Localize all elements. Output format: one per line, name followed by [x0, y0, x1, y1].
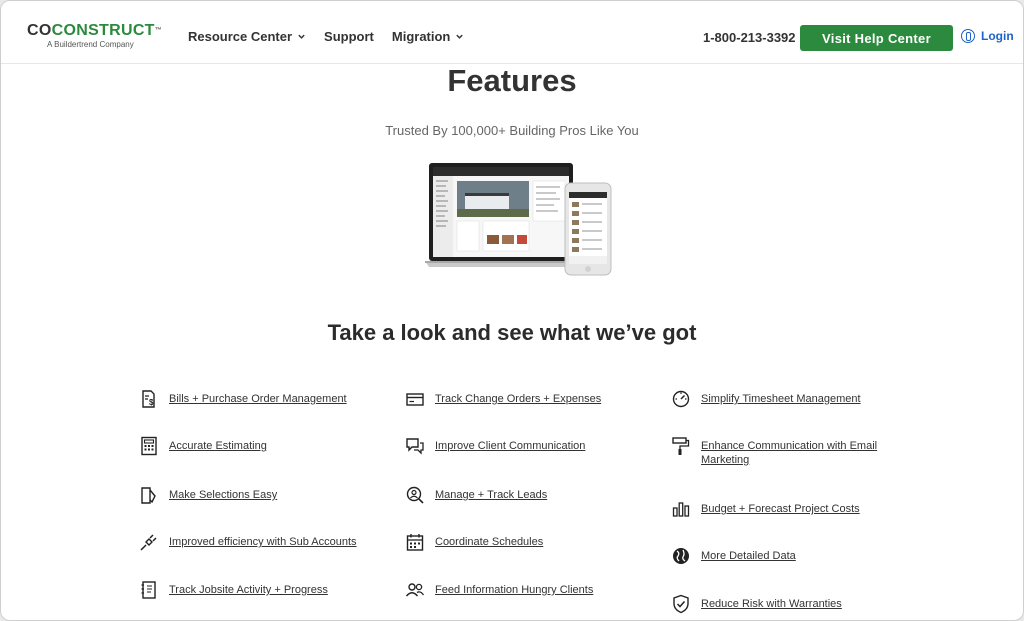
chevron-down-icon [298, 34, 305, 39]
nav-label: Resource Center [188, 29, 293, 44]
feature-label[interactable]: Improved efficiency with Sub Accounts [169, 535, 357, 549]
logo-construct: CONSTRUCT [51, 22, 155, 39]
phone-number-link[interactable]: 1-800-213-3392 [703, 30, 796, 45]
feature-label[interactable]: Accurate Estimating [169, 439, 267, 453]
feature-link-budget[interactable]: Budget + Forecast Project Costs [671, 499, 860, 519]
feature-link-clients[interactable]: Feed Information Hungry Clients [405, 580, 593, 600]
feature-link-timesheet[interactable]: Simplify Timesheet Management [671, 389, 861, 409]
visit-help-center-button[interactable]: Visit Help Center [800, 25, 953, 51]
nav-resource-center[interactable]: Resource Center [188, 29, 306, 44]
feature-link-data[interactable]: More Detailed Data [671, 546, 796, 566]
feature-label[interactable]: Reduce Risk with Warranties [701, 597, 842, 611]
svg-text:$: $ [149, 398, 154, 407]
feature-link-schedules[interactable]: Coordinate Schedules [405, 532, 543, 552]
page-subtitle: Trusted By 100,000+ Building Pros Like Y… [385, 123, 639, 138]
main-nav: Resource Center Support Migration [188, 29, 464, 44]
bill-dollar-icon: $ [142, 390, 155, 408]
plug-icon [140, 534, 157, 551]
feature-label[interactable]: Track Jobsite Activity + Progress [169, 583, 328, 597]
feature-link-selections[interactable]: Make Selections Easy [139, 485, 277, 505]
calendar-icon [406, 534, 424, 551]
feature-label[interactable]: Track Change Orders + Expenses [435, 392, 601, 406]
clock-gauge-icon [672, 390, 690, 408]
feature-link-client-communication[interactable]: Improve Client Communication [405, 436, 585, 456]
site-header: COCONSTRUCT™ A Buildertrend Company Reso… [1, 1, 1023, 64]
user-search-icon [406, 486, 424, 504]
notebook-icon [141, 581, 156, 599]
chevron-down-icon [456, 34, 464, 39]
feature-link-change-orders[interactable]: Track Change Orders + Expenses [405, 389, 601, 409]
globe-icon [673, 548, 689, 564]
features-section-title: Take a look and see what we’ve got [327, 320, 697, 345]
feature-label[interactable]: Manage + Track Leads [435, 488, 547, 502]
users-icon [405, 583, 425, 597]
calculator-icon [141, 436, 157, 456]
laptop-phone-illustration [425, 163, 612, 276]
paint-roller-icon [672, 437, 690, 455]
feature-label[interactable]: Bills + Purchase Order Management [169, 392, 347, 406]
feature-label[interactable]: Improve Client Communication [435, 439, 585, 453]
feature-label[interactable]: Budget + Forecast Project Costs [701, 502, 860, 516]
feature-label[interactable]: Make Selections Easy [169, 488, 277, 502]
browser-frame: COCONSTRUCT™ A Buildertrend Company Reso… [0, 0, 1024, 621]
logo-tm: ™ [154, 27, 163, 34]
logo-wordmark: COCONSTRUCT™ [27, 22, 162, 40]
credit-card-icon [406, 393, 424, 406]
feature-link-warranties[interactable]: Reduce Risk with Warranties [671, 594, 842, 614]
bar-chart-icon [672, 502, 690, 517]
login-label: Login [981, 29, 1014, 43]
feature-link-jobsite[interactable]: Track Jobsite Activity + Progress [139, 580, 328, 600]
feature-label[interactable]: More Detailed Data [701, 549, 796, 563]
feature-label[interactable]: Feed Information Hungry Clients [435, 583, 593, 597]
feature-link-bills[interactable]: $ Bills + Purchase Order Management [139, 389, 347, 409]
nav-support[interactable]: Support [324, 29, 374, 44]
login-link[interactable]: Login [961, 29, 1014, 43]
feature-label[interactable]: Simplify Timesheet Management [701, 392, 861, 406]
shield-check-icon [673, 594, 689, 614]
coconstruct-logo[interactable]: COCONSTRUCT™ A Buildertrend Company [27, 22, 162, 50]
logo-tagline: A Buildertrend Company [47, 40, 134, 49]
logo-co: CO [27, 22, 52, 39]
feature-link-email-marketing[interactable]: Enhance Communication with Email Marketi… [671, 436, 891, 467]
feature-link-leads[interactable]: Manage + Track Leads [405, 485, 547, 505]
document-pen-icon [141, 487, 156, 504]
feature-label[interactable]: Enhance Communication with Email Marketi… [701, 439, 891, 467]
feature-link-estimating[interactable]: Accurate Estimating [139, 436, 267, 456]
nav-label: Support [324, 29, 374, 44]
page-title: Features [447, 63, 577, 98]
nav-label: Migration [391, 29, 451, 44]
chat-bubbles-icon [406, 438, 424, 455]
feature-link-sub-accounts[interactable]: Improved efficiency with Sub Accounts [139, 532, 357, 552]
nav-migration[interactable]: Migration [392, 29, 465, 44]
user-icon [961, 29, 975, 43]
feature-label[interactable]: Coordinate Schedules [435, 535, 543, 549]
